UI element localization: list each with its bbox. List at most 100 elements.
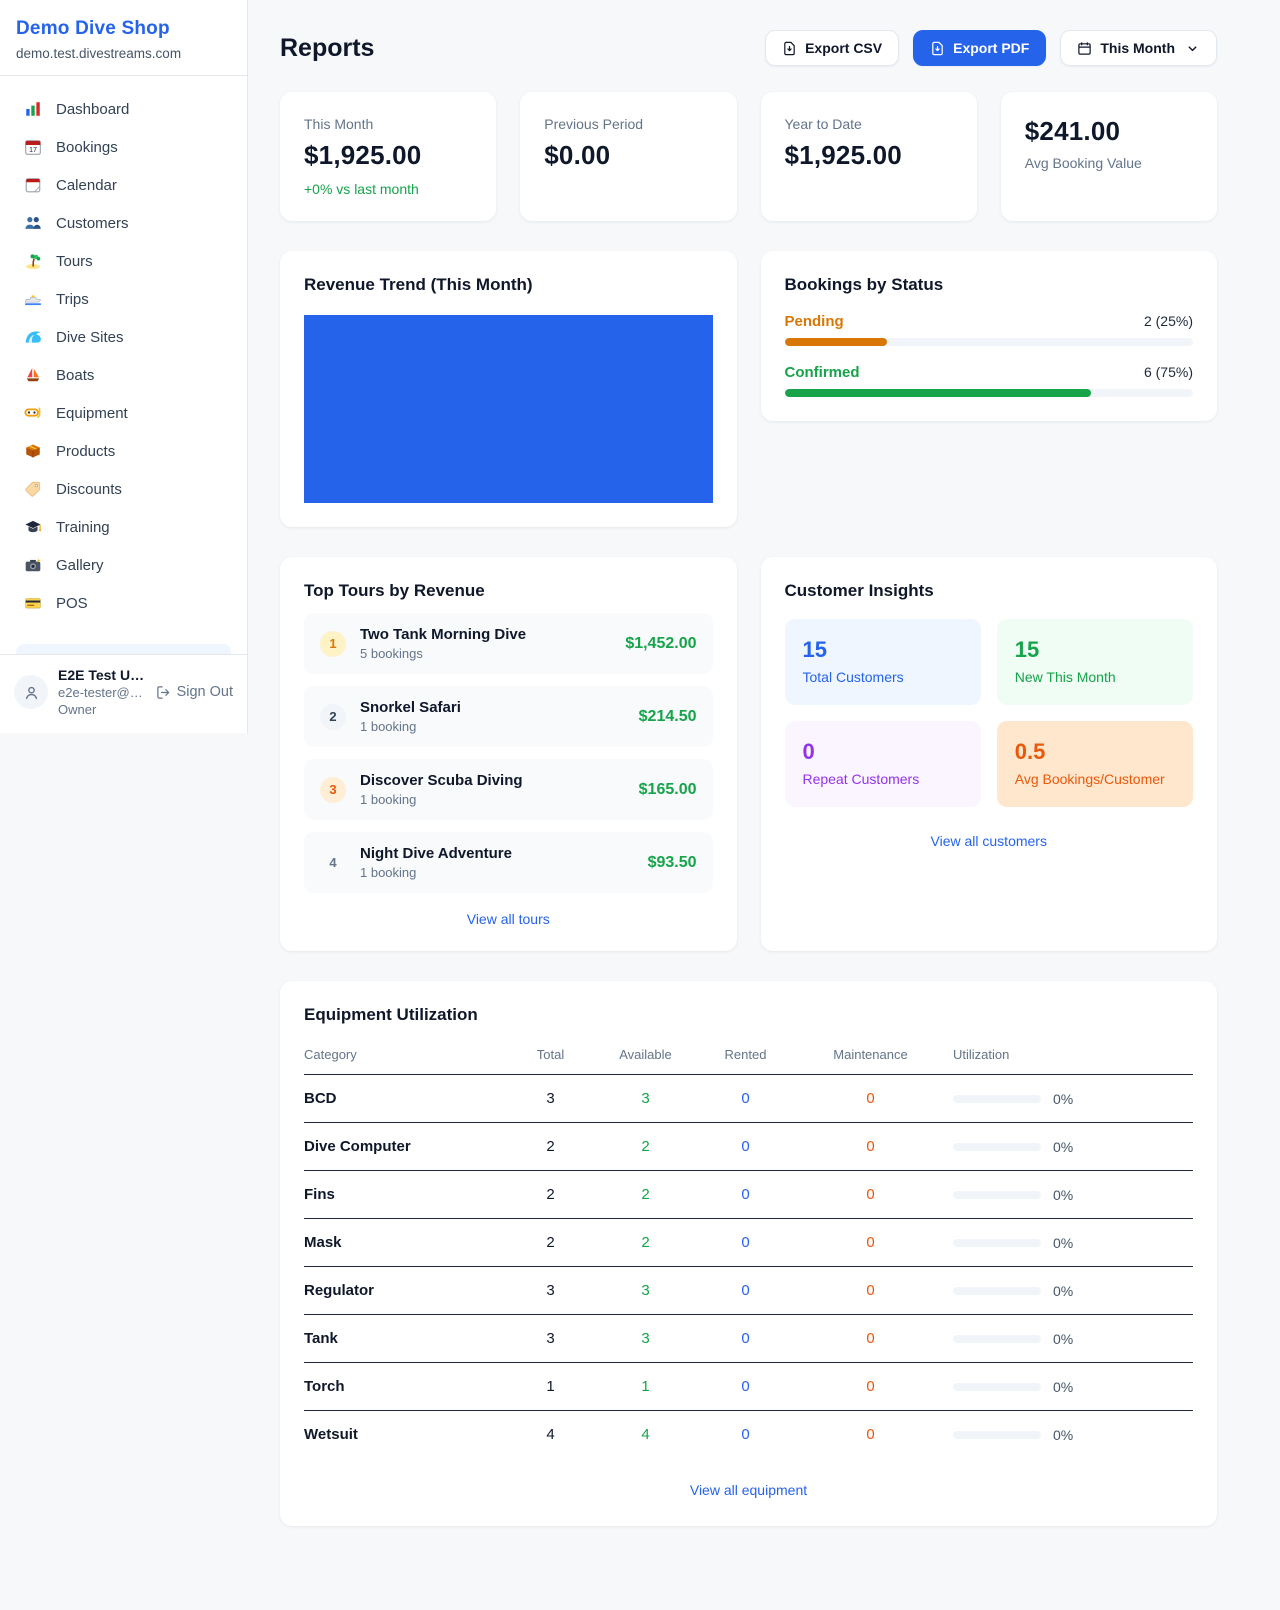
sidebar-item-customers[interactable]: Customers — [10, 204, 237, 242]
cell-utilization: 0% — [943, 1187, 1193, 1203]
package-icon — [24, 442, 42, 460]
tour-bookings: 1 booking — [360, 792, 625, 807]
rank-badge: 4 — [320, 850, 346, 876]
sidebar-item-gallery[interactable]: Gallery — [10, 546, 237, 584]
stat-card-avg-booking: $241.00 Avg Booking Value — [1001, 92, 1217, 221]
cell-category: Tank — [304, 1330, 503, 1347]
cell-available: 4 — [598, 1426, 693, 1443]
sidebar-item-trips[interactable]: Trips — [10, 280, 237, 318]
card-title: Bookings by Status — [785, 275, 1194, 295]
people-icon — [24, 214, 42, 232]
status-count: 6 (75%) — [1144, 364, 1193, 380]
period-dropdown[interactable]: This Month — [1060, 30, 1217, 66]
cell-utilization: 0% — [943, 1331, 1193, 1347]
utilization-percent: 0% — [1053, 1187, 1073, 1203]
revenue-trend-card: Revenue Trend (This Month) — [280, 251, 737, 527]
cell-maintenance: 0 — [798, 1234, 943, 1251]
export-pdf-button[interactable]: Export PDF — [913, 30, 1046, 66]
sidebar-item-label: Products — [56, 443, 115, 460]
view-all-customers-link[interactable]: View all customers — [785, 833, 1194, 849]
sidebar-item-label: Training — [56, 519, 110, 536]
table-row: Torch 1 1 0 0 0% — [304, 1363, 1193, 1411]
col-category: Category — [304, 1047, 503, 1062]
sidebar-item-bookings[interactable]: 17 Bookings — [10, 128, 237, 166]
view-all-tours-link[interactable]: View all tours — [304, 911, 713, 927]
tour-name: Night Dive Adventure — [360, 845, 634, 862]
sidebar-item-pos[interactable]: POS — [10, 584, 237, 622]
view-all-equipment-link[interactable]: View all equipment — [304, 1482, 1193, 1498]
calendar-date-icon: 17 — [24, 138, 42, 156]
cell-utilization: 0% — [943, 1283, 1193, 1299]
sidebar-item-label: Calendar — [56, 177, 117, 194]
sidebar-header: Demo Dive Shop demo.test.divestreams.com — [0, 0, 247, 76]
sidebar-item-dive-sites[interactable]: Dive Sites — [10, 318, 237, 356]
cell-maintenance: 0 — [798, 1138, 943, 1155]
table-row: Wetsuit 4 4 0 0 0% — [304, 1411, 1193, 1458]
svg-text:17: 17 — [29, 145, 37, 154]
page-header: Reports Export CSV Export PDF This Month — [280, 30, 1217, 66]
cell-available: 1 — [598, 1378, 693, 1395]
sidebar: Demo Dive Shop demo.test.divestreams.com… — [0, 0, 248, 733]
sidebar-item-discounts[interactable]: Discounts — [10, 470, 237, 508]
cell-category: BCD — [304, 1090, 503, 1107]
cell-category: Wetsuit — [304, 1426, 503, 1443]
tour-row: 1 Two Tank Morning Dive5 bookings $1,452… — [304, 613, 713, 674]
sidebar-item-equipment[interactable]: Equipment — [10, 394, 237, 432]
utilization-percent: 0% — [1053, 1139, 1073, 1155]
tour-revenue: $214.50 — [639, 708, 697, 726]
table-row: Regulator 3 3 0 0 0% — [304, 1267, 1193, 1315]
shop-domain: demo.test.divestreams.com — [16, 46, 231, 61]
sidebar-item-products[interactable]: Products — [10, 432, 237, 470]
status-count: 2 (25%) — [1144, 313, 1193, 329]
export-pdf-label: Export PDF — [953, 40, 1029, 56]
sidebar-nav: Dashboard 17 Bookings Calendar Customers… — [0, 76, 247, 654]
tile-value: 15 — [1015, 637, 1175, 663]
app-root: Demo Dive Shop demo.test.divestreams.com… — [0, 0, 1280, 1610]
cell-category: Regulator — [304, 1282, 503, 1299]
status-row-pending: Pending 2 (25%) — [785, 313, 1194, 346]
cell-rented: 0 — [693, 1090, 798, 1107]
sidebar-item-dashboard[interactable]: Dashboard — [10, 90, 237, 128]
sidebar-item-label: Dashboard — [56, 101, 129, 118]
utilization-bar — [953, 1191, 1041, 1199]
stat-label: This Month — [304, 116, 472, 132]
cell-utilization: 0% — [943, 1379, 1193, 1395]
utilization-percent: 0% — [1053, 1283, 1073, 1299]
shop-name: Demo Dive Shop — [16, 18, 231, 40]
tour-revenue: $93.50 — [648, 854, 697, 872]
cell-available: 3 — [598, 1330, 693, 1347]
export-csv-button[interactable]: Export CSV — [765, 30, 899, 66]
cell-available: 2 — [598, 1186, 693, 1203]
sidebar-item-boats[interactable]: Boats — [10, 356, 237, 394]
table-row: Fins 2 2 0 0 0% — [304, 1171, 1193, 1219]
sidebar-item-label: Equipment — [56, 405, 128, 422]
tour-row: 3 Discover Scuba Diving1 booking $165.00 — [304, 759, 713, 820]
cell-total: 3 — [503, 1330, 598, 1347]
utilization-bar — [953, 1095, 1041, 1103]
stat-cards: This Month $1,925.00 +0% vs last month P… — [280, 92, 1217, 221]
rank-badge: 3 — [320, 777, 346, 803]
col-total: Total — [503, 1047, 598, 1062]
cell-maintenance: 0 — [798, 1090, 943, 1107]
file-download-icon — [782, 41, 797, 56]
wave-icon — [24, 328, 42, 346]
user-email: e2e-tester@… — [58, 685, 146, 700]
revenue-trend-chart — [304, 315, 713, 503]
sidebar-item-calendar[interactable]: Calendar — [10, 166, 237, 204]
sidebar-item-tours[interactable]: Tours — [10, 242, 237, 280]
cell-rented: 0 — [693, 1234, 798, 1251]
status-bar-track — [785, 338, 1194, 346]
cell-rented: 0 — [693, 1282, 798, 1299]
sidebar-item-training[interactable]: Training — [10, 508, 237, 546]
sidebar-item-reports-active-partial[interactable] — [16, 644, 231, 654]
logout-icon — [156, 685, 171, 700]
customer-insights-card: Customer Insights 15 Total Customers 15 … — [761, 557, 1218, 951]
person-icon — [23, 684, 40, 701]
sidebar-item-label: Trips — [56, 291, 89, 308]
sign-out-button[interactable]: Sign Out — [156, 684, 233, 700]
page-title: Reports — [280, 34, 374, 63]
cell-maintenance: 0 — [798, 1330, 943, 1347]
col-maintenance: Maintenance — [798, 1047, 943, 1062]
insights-row: Top Tours by Revenue 1 Two Tank Morning … — [280, 557, 1217, 951]
card-title: Customer Insights — [785, 581, 1194, 601]
